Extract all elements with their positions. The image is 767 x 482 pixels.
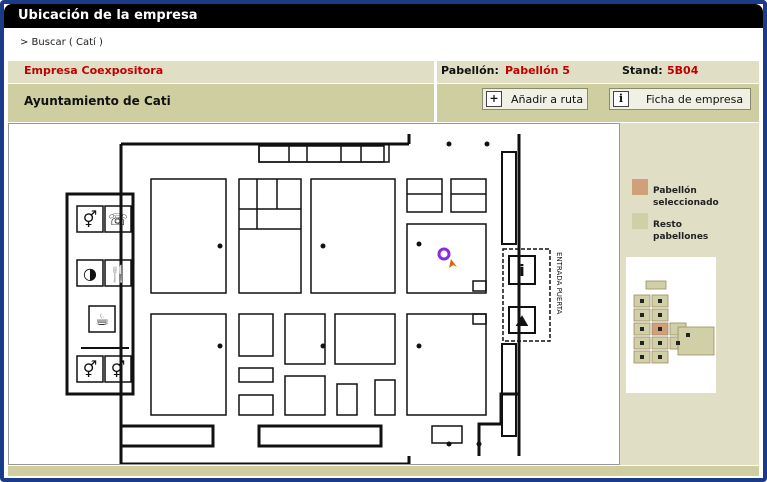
window-title: Ubicación de la empresa — [18, 8, 198, 23]
route-icon: + — [486, 91, 502, 107]
company-sheet-label: Ficha de empresa — [646, 93, 744, 106]
title-bar: Ubicación de la empresa — [4, 4, 763, 28]
restroom-icon-3: ⚥ — [111, 360, 125, 379]
restaurant-icon: 🍴 — [108, 264, 128, 283]
cloakroom-icon: ⛰ — [515, 311, 529, 330]
info-point-icon: i — [519, 261, 524, 280]
restroom-icon: ⚥ — [83, 210, 97, 229]
add-to-route-button[interactable]: + Añadir a ruta — [482, 88, 588, 110]
legend-rest-label: Resto pabellones — [653, 220, 709, 242]
legend-rest-swatch — [632, 213, 648, 229]
window-frame: Ubicación de la empresa > Buscar ( Catí … — [0, 0, 767, 482]
selected-stand-marker — [437, 247, 451, 261]
stand-label: Stand: — [622, 64, 663, 77]
info-divider — [434, 61, 437, 122]
restroom-icon-2: ⚥ — [83, 360, 97, 379]
cafe-icon: ◑ — [83, 264, 97, 283]
window-body: Ubicación de la empresa > Buscar ( Catí … — [4, 4, 763, 478]
phone-icon: ☏ — [108, 210, 128, 229]
legend-selected-label: Pabellón seleccionado — [653, 186, 719, 208]
footer-bar — [8, 466, 759, 476]
location-pointer-icon — [449, 259, 457, 268]
minimap[interactable] — [626, 257, 716, 393]
company-section-label: Empresa Coexpositora — [24, 64, 164, 77]
pavilion-value: Pabellón 5 — [505, 64, 570, 77]
company-sheet-button[interactable]: i Ficha de empresa — [609, 88, 751, 110]
stand-value: 5B04 — [667, 64, 699, 77]
legend-sidebar: Pabellón seleccionado Resto pabellones — [620, 123, 759, 465]
entrance-label: ENTRADA PUERTA — [555, 252, 563, 314]
legend-selected-swatch — [632, 179, 648, 195]
add-to-route-label: Añadir a ruta — [511, 93, 584, 106]
pavilion-label: Pabellón: — [441, 64, 499, 77]
floor-map[interactable]: ⚥ ☏ ◑ 🍴 ☕ ⚥ ⚥ i ⛰ ENTRADA PUERTA — [8, 123, 620, 465]
fastfood-icon: ☕ — [95, 310, 109, 329]
info-icon: i — [613, 91, 629, 107]
breadcrumb[interactable]: > Buscar ( Catí ) — [20, 37, 103, 48]
minimap-svg — [633, 280, 715, 364]
company-name: Ayuntamiento de Cati — [24, 94, 171, 108]
floor-plan-svg: ⚥ ☏ ◑ 🍴 ☕ ⚥ ⚥ i ⛰ ENTRADA PUERTA — [65, 134, 563, 464]
